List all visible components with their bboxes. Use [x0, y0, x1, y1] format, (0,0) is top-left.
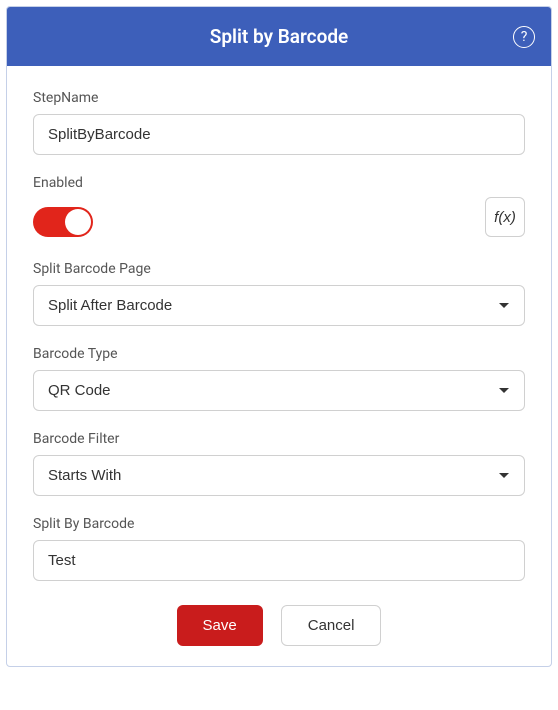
button-row: Save Cancel [33, 605, 525, 646]
split-barcode-page-group: Split Barcode Page Split After Barcode [33, 261, 525, 326]
dialog-body: StepName Enabled f(x) Split Barcode Page… [7, 66, 551, 666]
stepname-label: StepName [33, 90, 525, 106]
stepname-group: StepName [33, 90, 525, 155]
barcode-type-label: Barcode Type [33, 346, 525, 362]
cancel-button[interactable]: Cancel [281, 605, 382, 646]
split-by-barcode-group: Split By Barcode [33, 516, 525, 581]
enabled-row: Enabled f(x) [33, 175, 525, 237]
fx-label: f(x) [494, 209, 516, 226]
split-barcode-page-label: Split Barcode Page [33, 261, 525, 277]
barcode-type-select[interactable]: QR Code [33, 370, 525, 411]
dialog-card: Split by Barcode ? StepName Enabled f(x)… [6, 6, 552, 667]
enabled-left: Enabled [33, 175, 93, 237]
enabled-label: Enabled [33, 175, 93, 191]
save-button[interactable]: Save [177, 605, 263, 646]
stepname-input[interactable] [33, 114, 525, 155]
barcode-type-group: Barcode Type QR Code [33, 346, 525, 411]
dialog-header: Split by Barcode ? [7, 7, 551, 66]
help-symbol: ? [521, 29, 528, 45]
enabled-toggle[interactable] [33, 207, 93, 237]
fx-button[interactable]: f(x) [485, 197, 525, 237]
dialog-title: Split by Barcode [210, 25, 349, 48]
split-barcode-page-select[interactable]: Split After Barcode [33, 285, 525, 326]
help-icon[interactable]: ? [513, 26, 535, 48]
barcode-filter-group: Barcode Filter Starts With [33, 431, 525, 496]
split-by-barcode-input[interactable] [33, 540, 525, 581]
toggle-knob [65, 209, 91, 235]
barcode-filter-select[interactable]: Starts With [33, 455, 525, 496]
split-by-barcode-label: Split By Barcode [33, 516, 525, 532]
barcode-filter-label: Barcode Filter [33, 431, 525, 447]
